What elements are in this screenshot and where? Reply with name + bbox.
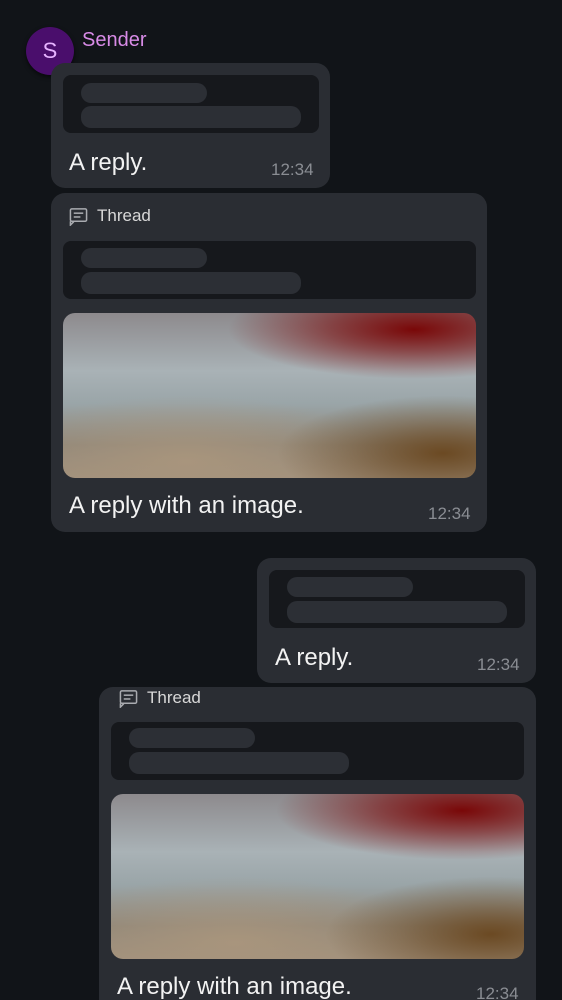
thread-label-text: Thread — [97, 206, 151, 225]
quote-placeholder-line — [81, 248, 207, 268]
message-bubble[interactable]: Thread A reply with an image. 12:34 — [51, 193, 487, 532]
thread-label-text: Thread — [147, 688, 201, 707]
message-text: A reply. — [69, 149, 148, 176]
message-timestamp: 12:34 — [477, 655, 520, 674]
message-image[interactable] — [111, 794, 524, 959]
quote-placeholder-line — [81, 83, 207, 103]
message-text: A reply with an image. — [69, 492, 304, 519]
quote-placeholder-line — [129, 752, 349, 774]
message-bubble[interactable]: Thread A reply with an image. 12:34 — [99, 687, 536, 1000]
quote-placeholder-line — [81, 272, 301, 294]
message-text: A reply with an image. — [117, 973, 352, 1000]
quoted-reply-preview[interactable] — [63, 241, 476, 299]
message-timestamp: 12:34 — [476, 984, 519, 1000]
quote-placeholder-line — [287, 577, 413, 597]
thread-icon — [119, 689, 138, 708]
quote-placeholder-line — [287, 601, 507, 623]
quoted-reply-preview[interactable] — [269, 570, 525, 628]
sender-name[interactable]: Sender — [82, 29, 147, 52]
message-timestamp: 12:34 — [428, 504, 471, 523]
thread-label[interactable]: Thread — [69, 206, 151, 226]
thread-icon — [69, 207, 88, 226]
message-bubble[interactable]: A reply. 12:34 — [51, 63, 330, 188]
message-text: A reply. — [275, 644, 354, 671]
quoted-reply-preview[interactable] — [111, 722, 524, 780]
message-bubble[interactable]: A reply. 12:34 — [257, 558, 536, 683]
quote-placeholder-line — [129, 728, 255, 748]
message-image[interactable] — [63, 313, 476, 478]
message-timeline: S Sender A reply. 12:34 Thread A reply w… — [0, 0, 562, 1000]
message-timestamp: 12:34 — [271, 160, 314, 179]
thread-label[interactable]: Thread — [119, 688, 201, 708]
quoted-reply-preview[interactable] — [63, 75, 319, 133]
quote-placeholder-line — [81, 106, 301, 128]
